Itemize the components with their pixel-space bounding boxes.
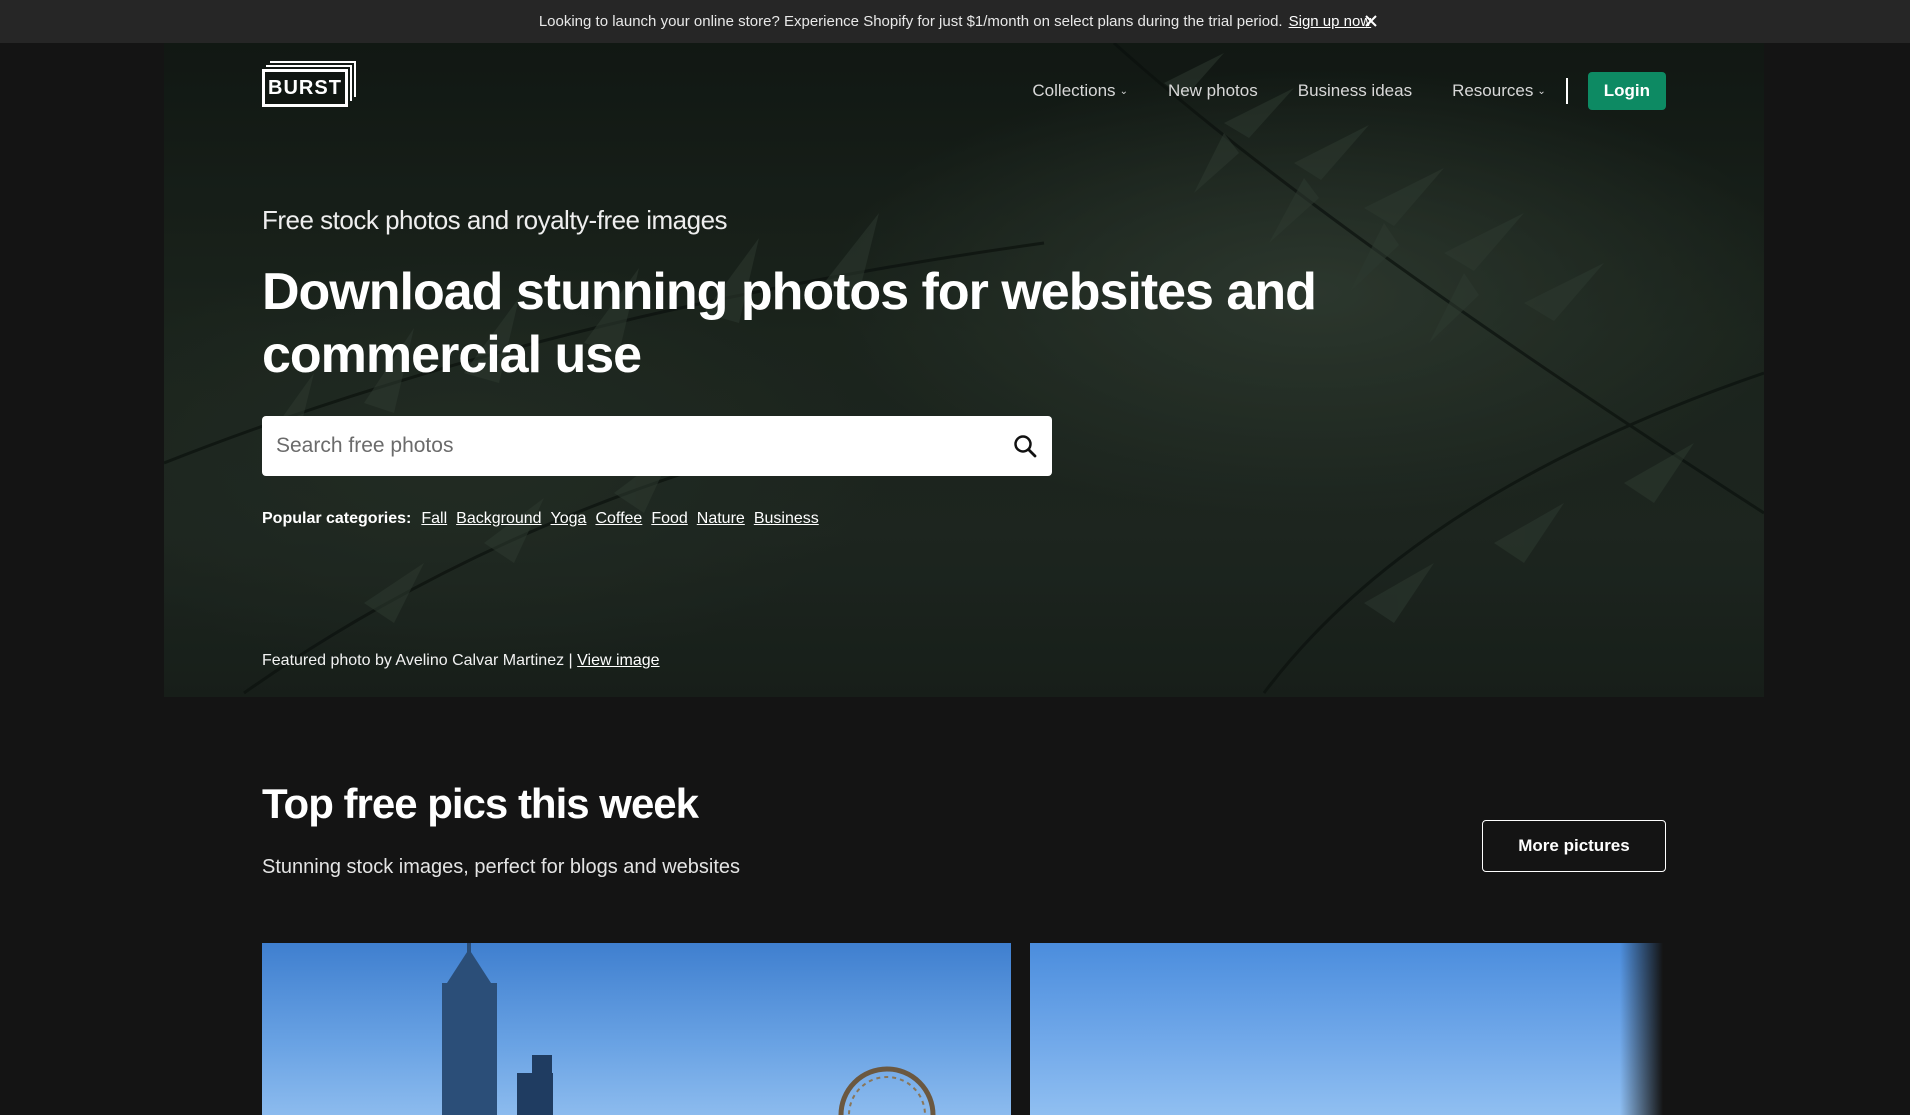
category-link-background[interactable]: Background bbox=[456, 510, 541, 528]
category-link-fall[interactable]: Fall bbox=[421, 510, 447, 528]
photo-credit-text: Featured photo by Avelino Calvar Martine… bbox=[262, 652, 573, 669]
search-bar bbox=[262, 416, 1052, 476]
chevron-down-icon: ⌄ bbox=[1537, 85, 1546, 97]
nav-business-ideas-label: Business ideas bbox=[1297, 81, 1413, 100]
close-icon[interactable] bbox=[1358, 8, 1384, 34]
popular-categories: Popular categories: Fall Background Yoga… bbox=[262, 510, 828, 528]
category-link-yoga[interactable]: Yoga bbox=[551, 510, 587, 528]
hero-tagline: Free stock photos and royalty-free image… bbox=[262, 205, 728, 235]
burst-logo[interactable]: BURST bbox=[262, 61, 356, 107]
search-icon[interactable] bbox=[998, 416, 1052, 476]
search-input[interactable] bbox=[262, 434, 998, 458]
main-nav: Collections ⌄ New photos Business ideas … bbox=[992, 71, 1666, 111]
chevron-down-icon: ⌄ bbox=[1119, 85, 1128, 97]
announcement-bar: Looking to launch your online store? Exp… bbox=[0, 0, 1910, 43]
photo-card[interactable] bbox=[1030, 943, 1663, 1115]
view-image-link[interactable]: View image bbox=[577, 652, 659, 669]
more-pictures-button[interactable]: More pictures bbox=[1482, 820, 1666, 872]
nav-divider bbox=[1565, 78, 1568, 104]
photo-credit: Featured photo by Avelino Calvar Martine… bbox=[262, 652, 660, 670]
logo-text: BURST bbox=[262, 69, 348, 107]
nav-resources-label: Resources bbox=[1452, 81, 1534, 100]
nav-new-photos-label: New photos bbox=[1167, 81, 1258, 100]
hero-section: BURST Collections ⌄ New photos Business … bbox=[164, 43, 1764, 697]
hero-headline: Download stunning photos for websites an… bbox=[262, 263, 1317, 384]
category-link-nature[interactable]: Nature bbox=[697, 510, 745, 528]
popular-categories-label: Popular categories: bbox=[262, 510, 412, 527]
nav-resources[interactable]: Resources ⌄ bbox=[1452, 81, 1546, 101]
category-link-business[interactable]: Business bbox=[754, 510, 819, 528]
category-link-food[interactable]: Food bbox=[651, 510, 687, 528]
photo-card[interactable] bbox=[262, 943, 1011, 1115]
announcement-message: Looking to launch your online store? Exp… bbox=[538, 13, 1283, 30]
sky-image bbox=[1620, 943, 1663, 1115]
nav-collections[interactable]: Collections ⌄ bbox=[1032, 81, 1128, 101]
nav-collections-label: Collections bbox=[1032, 81, 1116, 100]
category-link-coffee[interactable]: Coffee bbox=[595, 510, 642, 528]
section-subtitle: Stunning stock images, perfect for blogs… bbox=[262, 856, 741, 878]
nav-business-ideas[interactable]: Business ideas bbox=[1298, 81, 1412, 101]
city-skyline-image bbox=[442, 943, 936, 1115]
login-button[interactable]: Login bbox=[1587, 72, 1666, 110]
nav-new-photos[interactable]: New photos bbox=[1168, 81, 1258, 101]
section-title: Top free pics this week bbox=[262, 780, 699, 827]
